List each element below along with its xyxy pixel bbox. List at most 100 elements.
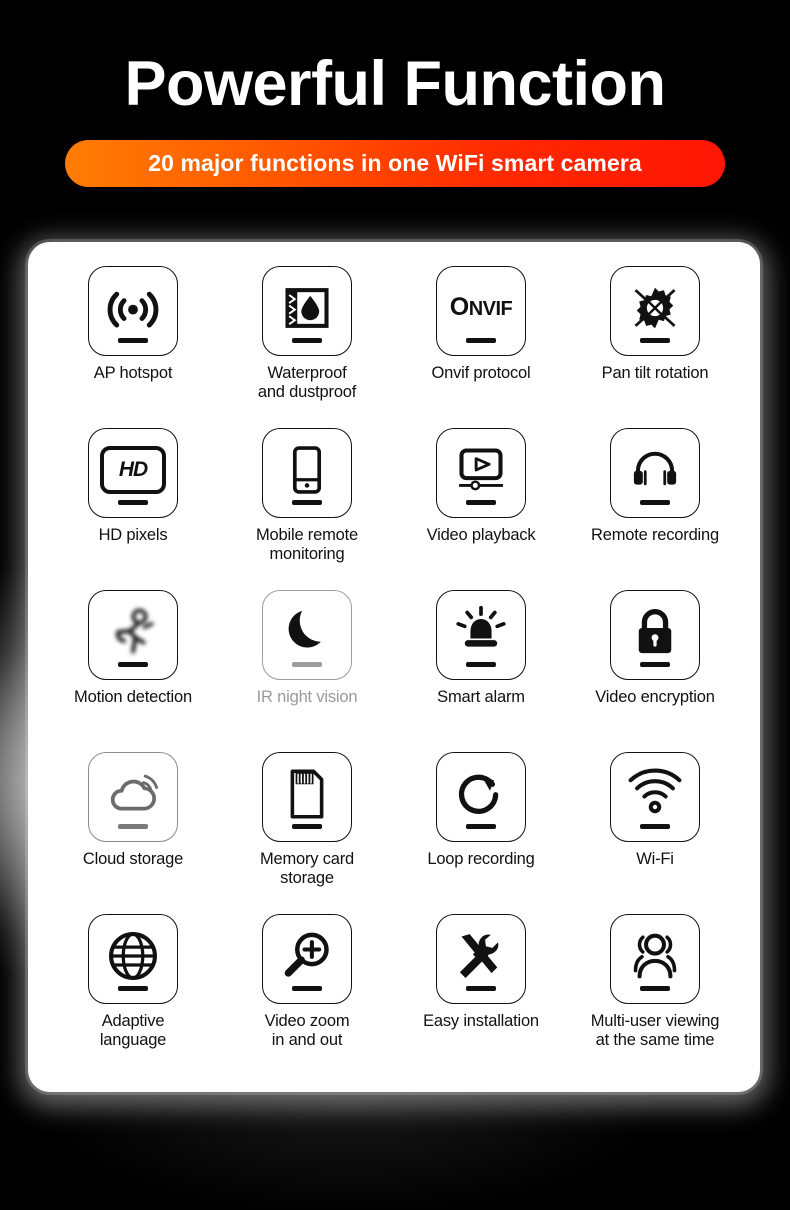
feature-tile[interactable]: ONVIF — [436, 266, 526, 356]
feature-label: Pan tilt rotation — [601, 364, 709, 382]
feature-label: Video zoom in and out — [264, 1012, 350, 1049]
tile-base-bar — [466, 824, 496, 829]
feature-label: Mobile remote monitoring — [256, 526, 358, 563]
feature-cell-pan-tilt-rotation[interactable]: Pan tilt rotation — [568, 266, 742, 428]
feature-cell-onvif-protocol[interactable]: ONVIF Onvif protocol — [394, 266, 568, 428]
subtitle-banner: 20 major functions in one WiFi smart cam… — [65, 140, 725, 187]
feature-tile[interactable] — [88, 752, 178, 842]
tile-base-bar — [118, 500, 148, 505]
padlock-icon — [627, 609, 683, 658]
feature-tile[interactable] — [262, 266, 352, 356]
feature-tile[interactable] — [88, 266, 178, 356]
tile-base-bar — [292, 662, 322, 667]
tile-base-bar — [118, 662, 148, 667]
sd-card-icon — [279, 769, 335, 820]
feature-tile[interactable] — [610, 914, 700, 1004]
features-panel: AP hotspot Waterproof and dustproof ONVIF On… — [28, 242, 760, 1092]
onvif-logo-text: ONVIF — [449, 292, 513, 321]
tile-base-bar — [640, 662, 670, 667]
onvif-logo-icon: ONVIF — [450, 293, 513, 322]
feature-label: HD pixels — [98, 526, 168, 544]
feature-tile[interactable] — [610, 752, 700, 842]
headphones-icon — [627, 450, 683, 496]
tile-base-bar — [292, 986, 322, 991]
feature-cell-wi-fi[interactable]: Wi-Fi — [568, 752, 742, 914]
feature-cell-ir-night-vision[interactable]: IR night vision — [220, 590, 394, 752]
wifi-icon — [627, 768, 683, 820]
feature-tile[interactable] — [436, 914, 526, 1004]
feature-tile[interactable] — [88, 590, 178, 680]
background-fog-bottom — [40, 1090, 660, 1210]
feature-cell-multi-user-viewing-at-the-same-time[interactable]: Multi-user viewing at the same time — [568, 914, 742, 1076]
feature-cell-waterproof-and-dustproof[interactable]: Waterproof and dustproof — [220, 266, 394, 428]
wrench-screwdriver-icon — [453, 934, 509, 982]
magnifier-plus-icon — [279, 932, 335, 982]
loop-arrow-icon — [453, 774, 509, 820]
crescent-moon-icon — [279, 610, 335, 658]
tile-base-bar — [640, 824, 670, 829]
feature-tile[interactable] — [262, 590, 352, 680]
feature-label: Multi-user viewing at the same time — [590, 1012, 720, 1049]
feature-label: IR night vision — [256, 688, 358, 706]
feature-tile[interactable] — [262, 428, 352, 518]
feature-label: Smart alarm — [437, 688, 525, 706]
feature-label: Wi-Fi — [636, 850, 674, 868]
feature-tile[interactable] — [610, 266, 700, 356]
tile-base-bar — [640, 338, 670, 343]
feature-label: Cloud storage — [82, 850, 184, 868]
feature-label: Memory card storage — [259, 850, 355, 887]
feature-cell-video-encryption[interactable]: Video encryption — [568, 590, 742, 752]
feature-cell-remote-recording[interactable]: Remote recording — [568, 428, 742, 590]
running-person-icon — [105, 608, 161, 658]
feature-label: Video encryption — [595, 688, 715, 706]
feature-cell-video-playback[interactable]: Video playback — [394, 428, 568, 590]
feature-label: Easy installation — [423, 1012, 539, 1030]
feature-cell-mobile-remote-monitoring[interactable]: Mobile remote monitoring — [220, 428, 394, 590]
feature-label: AP hotspot — [93, 364, 173, 382]
feature-cell-loop-recording[interactable]: Loop recording — [394, 752, 568, 914]
tile-base-bar — [292, 338, 322, 343]
feature-grid: AP hotspot Waterproof and dustproof ONVIF On… — [28, 242, 760, 1092]
tile-base-bar — [466, 662, 496, 667]
tile-base-bar — [118, 986, 148, 991]
feature-label: Adaptive language — [99, 1012, 167, 1049]
feature-cell-motion-detection[interactable]: Motion detection — [46, 590, 220, 752]
feature-tile[interactable] — [88, 914, 178, 1004]
hd-badge-text: HD — [118, 458, 148, 481]
tile-base-bar — [466, 338, 496, 343]
feature-cell-smart-alarm[interactable]: Smart alarm — [394, 590, 568, 752]
feature-tile[interactable]: HD — [88, 428, 178, 518]
feature-tile[interactable] — [436, 428, 526, 518]
feature-cell-memory-card-storage[interactable]: Memory card storage — [220, 752, 394, 914]
subtitle-text: 20 major functions in one WiFi smart cam… — [148, 150, 642, 176]
feature-cell-video-zoom-in-and-out[interactable]: Video zoom in and out — [220, 914, 394, 1076]
feature-label: Motion detection — [74, 688, 192, 706]
feature-cell-cloud-storage[interactable]: Cloud storage — [46, 752, 220, 914]
feature-cell-ap-hotspot[interactable]: AP hotspot — [46, 266, 220, 428]
feature-label: Remote recording — [591, 526, 719, 544]
feature-tile[interactable] — [262, 752, 352, 842]
hd-badge: HD — [100, 446, 166, 494]
feature-tile[interactable] — [262, 914, 352, 1004]
feature-cell-adaptive-language[interactable]: Adaptive language — [46, 914, 220, 1076]
tile-base-bar — [466, 500, 496, 505]
tile-base-bar — [466, 986, 496, 991]
tile-base-bar — [118, 824, 148, 829]
waterproof-icon — [279, 288, 335, 334]
multi-user-icon — [627, 933, 683, 982]
globe-icon — [105, 932, 161, 982]
feature-label: Video playback — [426, 526, 536, 544]
tile-base-bar — [292, 824, 322, 829]
header: Powerful Function 20 major functions in … — [0, 0, 790, 187]
feature-tile[interactable] — [436, 590, 526, 680]
feature-label: Onvif protocol — [431, 364, 531, 382]
feature-tile[interactable] — [436, 752, 526, 842]
feature-cell-hd-pixels[interactable]: HD HD pixels — [46, 428, 220, 590]
tile-base-bar — [640, 986, 670, 991]
smartphone-icon — [279, 446, 335, 496]
feature-tile[interactable] — [610, 590, 700, 680]
feature-tile[interactable] — [610, 428, 700, 518]
tile-base-bar — [640, 500, 670, 505]
feature-cell-easy-installation[interactable]: Easy installation — [394, 914, 568, 1076]
feature-label: Loop recording — [427, 850, 535, 868]
